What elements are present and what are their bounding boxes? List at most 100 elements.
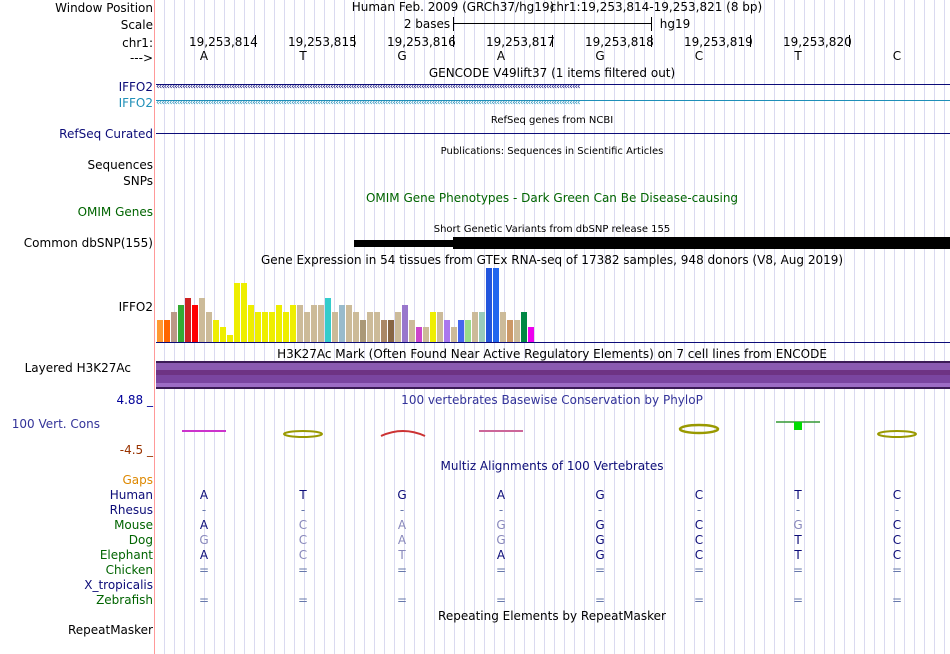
gtex-tissue-bar[interactable] — [304, 312, 310, 342]
reference-base: T — [794, 49, 802, 63]
gtex-tissue-bar[interactable] — [255, 312, 261, 342]
gtex-tissue-bar[interactable] — [528, 327, 534, 342]
gtex-tissue-bar[interactable] — [353, 312, 359, 342]
ruler-tick — [651, 35, 652, 47]
alignment-base: C — [694, 548, 704, 562]
dbsnp-variant-2[interactable] — [453, 237, 950, 249]
gtex-tissue-bar[interactable] — [395, 312, 401, 342]
gtex-tissue-bar[interactable] — [451, 327, 457, 342]
gtex-tissue-bar[interactable] — [276, 305, 282, 342]
gtex-tissue-bar[interactable] — [493, 268, 499, 342]
ruler-tick — [849, 35, 850, 47]
gtex-tissue-bar[interactable] — [507, 320, 513, 342]
tracks-area[interactable]: Human Feb. 2009 (GRCh37/hg19) chr1:19,25… — [0, 0, 950, 654]
gtex-tissue-bar[interactable] — [430, 312, 436, 342]
gtex-tissue-bar[interactable] — [262, 312, 268, 342]
gtex-tissue-bar[interactable] — [521, 312, 527, 342]
alignment-base: A — [199, 518, 209, 532]
gtex-tissue-bar[interactable] — [381, 320, 387, 342]
gtex-expression-chart[interactable] — [156, 266, 536, 342]
gtex-tissue-bar[interactable] — [479, 312, 485, 342]
alignment-base: - — [300, 503, 306, 517]
ruler-position-label: 19,253,816 — [387, 35, 456, 49]
refseq-track-title: RefSeq genes from NCBI — [490, 115, 614, 126]
phylop-score-mark[interactable] — [380, 430, 426, 437]
ruler-tick — [750, 35, 751, 47]
ruler-position-label: 19,253,817 — [486, 35, 555, 49]
dbsnp-variant-1[interactable] — [354, 240, 454, 247]
gtex-tissue-bar[interactable] — [360, 320, 366, 342]
gtex-tissue-bar[interactable] — [157, 320, 163, 342]
gtex-tissue-bar[interactable] — [437, 312, 443, 342]
gtex-tissue-bar[interactable] — [164, 320, 170, 342]
gtex-tissue-bar[interactable] — [514, 320, 520, 342]
gtex-tissue-bar[interactable] — [472, 312, 478, 342]
repeatmasker-track-title: Repeating Elements by RepeatMasker — [438, 609, 666, 623]
gtex-tissue-bar[interactable] — [486, 268, 492, 342]
omim-track-title: OMIM Gene Phenotypes - Dark Green Can Be… — [365, 191, 739, 205]
phylop-score-mark[interactable] — [877, 430, 917, 438]
gencode-transcript-iffo2[interactable]: ‹‹‹‹‹‹‹‹‹‹‹‹‹‹‹‹‹‹‹‹‹‹‹‹‹‹‹‹‹‹‹‹‹‹‹‹‹‹‹‹… — [156, 84, 950, 91]
gtex-tissue-bar[interactable] — [234, 283, 240, 342]
alignment-base: T — [398, 548, 406, 562]
gtex-tissue-bar[interactable] — [458, 320, 464, 342]
h3k27ac-signal[interactable] — [156, 361, 950, 389]
reference-base: G — [397, 49, 407, 63]
alignment-base: A — [397, 533, 407, 547]
gtex-tissue-bar[interactable] — [402, 305, 408, 342]
gtex-tissue-bar[interactable] — [192, 305, 198, 342]
gtex-tissue-bar[interactable] — [178, 305, 184, 342]
gtex-tissue-bar[interactable] — [465, 320, 471, 342]
reference-base: C — [892, 49, 902, 63]
gtex-tissue-bar[interactable] — [220, 327, 226, 342]
gtex-tissue-bar[interactable] — [423, 327, 429, 342]
alignment-base: C — [892, 533, 902, 547]
gtex-tissue-bar[interactable] — [346, 305, 352, 342]
gtex-tissue-bar[interactable] — [374, 312, 380, 342]
ruler-position-label: 19,253,815 — [288, 35, 357, 49]
ruler-tick — [255, 35, 256, 47]
gtex-tissue-bar[interactable] — [325, 298, 331, 342]
gtex-tissue-bar[interactable] — [269, 312, 275, 342]
gtex-tissue-bar[interactable] — [367, 312, 373, 342]
phylop-score-mark[interactable] — [678, 423, 720, 435]
publications-track-title: Publications: Sequences in Scientific Ar… — [440, 146, 664, 157]
gtex-tissue-bar[interactable] — [241, 283, 247, 342]
gtex-tissue-bar[interactable] — [332, 312, 338, 342]
alignment-base: C — [694, 533, 704, 547]
scale-bases-label: 2 bases — [403, 17, 451, 31]
gtex-tissue-bar[interactable] — [297, 305, 303, 342]
genome-browser-image[interactable]: Window Position Scale chr1: ---> IFFO2 I… — [0, 0, 950, 654]
gtex-tissue-bar[interactable] — [206, 312, 212, 342]
gtex-tissue-bar[interactable] — [409, 320, 415, 342]
reference-base: C — [694, 49, 704, 63]
alignment-base: = — [693, 563, 705, 577]
gtex-tissue-bar[interactable] — [290, 305, 296, 342]
phylop-score-mark[interactable] — [283, 430, 323, 438]
gencode-transcript-iffo2-alt[interactable]: ‹‹‹‹‹‹‹‹‹‹‹‹‹‹‹‹‹‹‹‹‹‹‹‹‹‹‹‹‹‹‹‹‹‹‹‹‹‹‹‹… — [156, 100, 950, 107]
gtex-tissue-bar[interactable] — [318, 305, 324, 342]
gtex-tissue-bar[interactable] — [199, 298, 205, 342]
gtex-tissue-bar[interactable] — [416, 327, 422, 342]
phylop-score-mark[interactable] — [776, 421, 820, 430]
gtex-tissue-bar[interactable] — [227, 335, 233, 342]
gtex-tissue-bar[interactable] — [444, 320, 450, 342]
alignment-base: T — [794, 548, 802, 562]
gtex-tissue-bar[interactable] — [339, 305, 345, 342]
scale-bar-right-tick — [651, 17, 652, 31]
alignment-base: - — [201, 503, 207, 517]
gtex-tissue-bar[interactable] — [185, 298, 191, 342]
gtex-tissue-bar[interactable] — [171, 312, 177, 342]
gtex-tissue-bar[interactable] — [248, 305, 254, 342]
gtex-tissue-bar[interactable] — [283, 312, 289, 342]
phylop-conservation-plot[interactable] — [156, 418, 950, 442]
reference-base: A — [496, 49, 506, 63]
alignment-base: = — [198, 593, 210, 607]
gtex-tissue-bar[interactable] — [213, 320, 219, 342]
gtex-tissue-bar[interactable] — [500, 312, 506, 342]
gtex-tissue-bar[interactable] — [388, 320, 394, 342]
gtex-tissue-bar[interactable] — [311, 305, 317, 342]
alignment-base: = — [297, 563, 309, 577]
refseq-gene-line[interactable] — [156, 133, 950, 134]
alignment-base: = — [495, 563, 507, 577]
